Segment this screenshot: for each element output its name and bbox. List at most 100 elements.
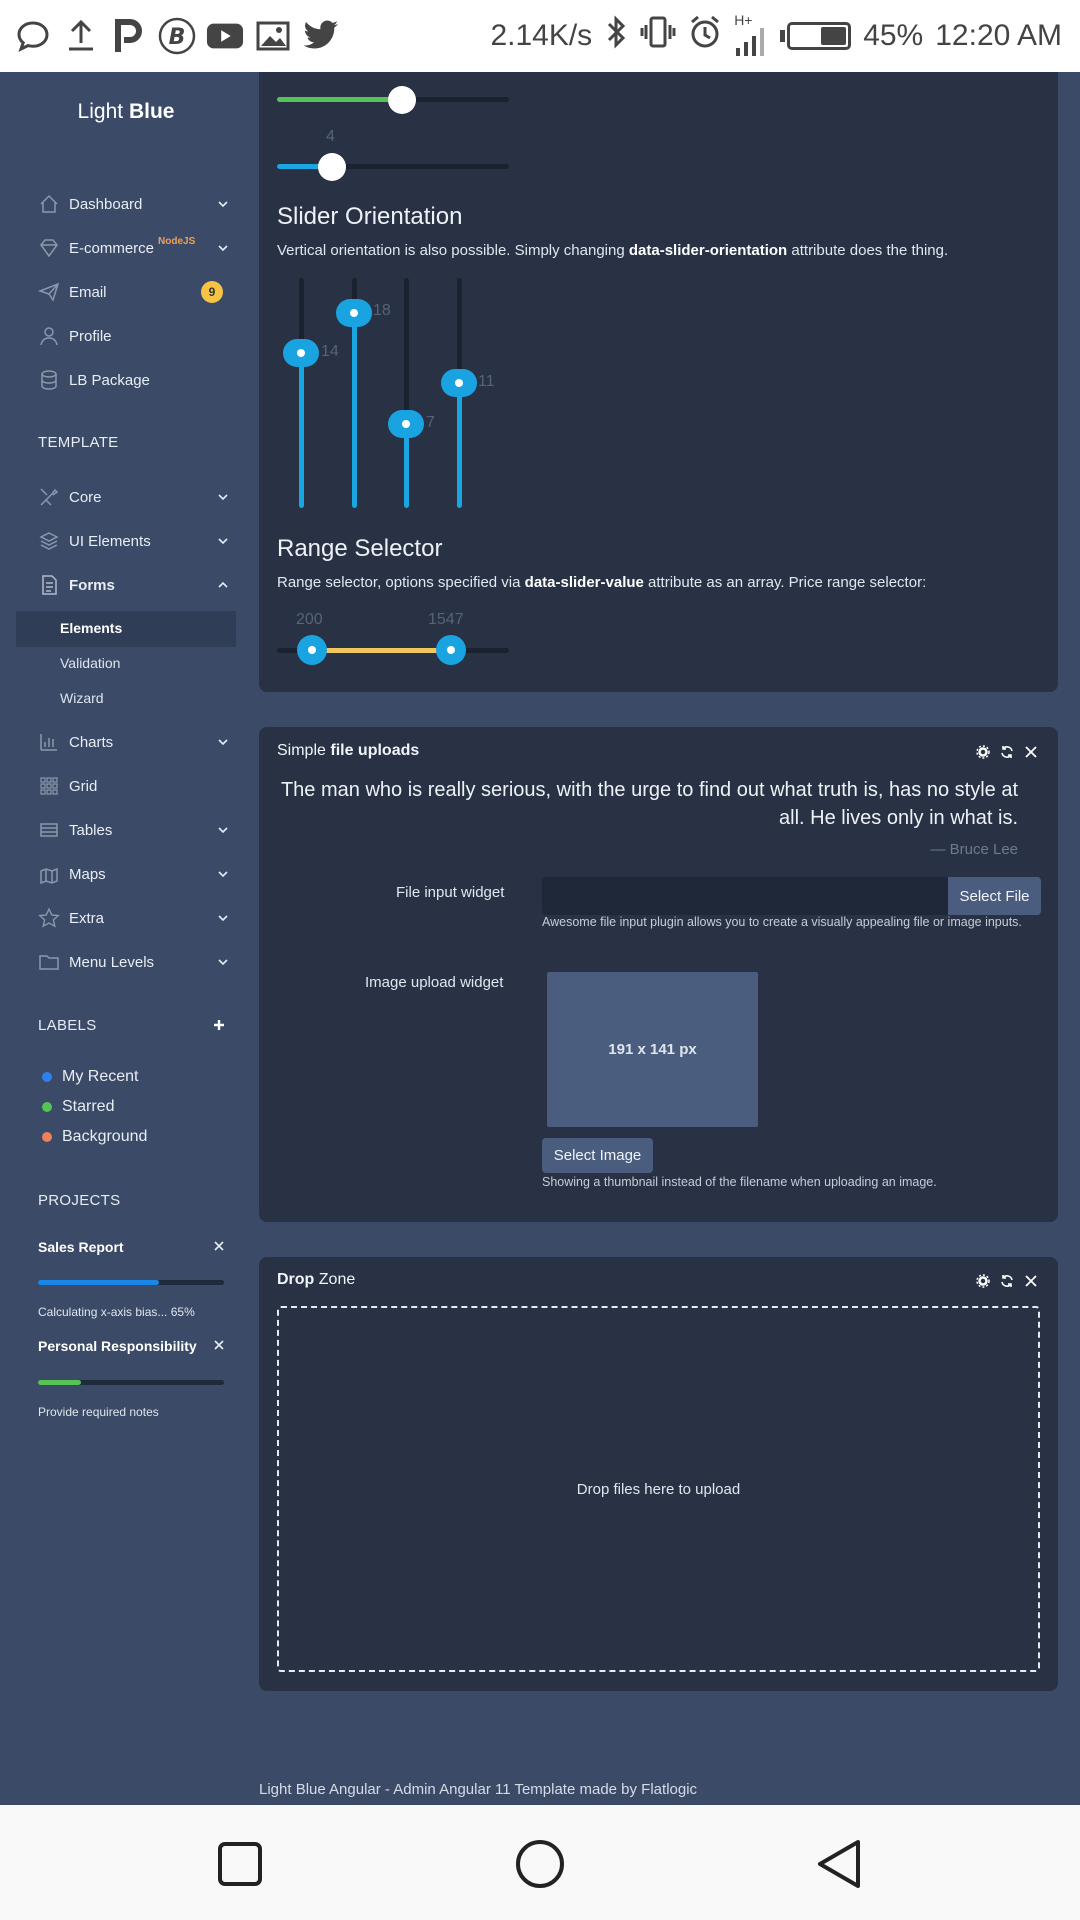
table-icon: [40, 823, 58, 837]
range-high-handle[interactable]: [436, 635, 466, 665]
back-button[interactable]: [814, 1838, 864, 1895]
desc-code: data-slider-value: [524, 574, 644, 591]
app-logo[interactable]: Light Blue: [0, 100, 252, 124]
project-note: Calculating x-axis bias... 65%: [38, 1305, 195, 1319]
file-input-field[interactable]: [542, 877, 948, 915]
label-name: Background: [62, 1128, 148, 1145]
refresh-icon[interactable]: [1000, 1274, 1014, 1288]
close-icon[interactable]: [212, 1239, 226, 1253]
sidebar-item-charts[interactable]: Charts: [38, 724, 228, 760]
project-title: Personal Responsibility: [38, 1338, 197, 1354]
chevron-down-icon: [218, 737, 228, 747]
sub-item-validation[interactable]: Validation: [60, 655, 120, 671]
sidebar-item-menu-levels[interactable]: Menu Levels: [38, 944, 228, 980]
add-label-icon[interactable]: [212, 1018, 226, 1032]
grid-icon: [40, 777, 58, 795]
vertical-slider-handle[interactable]: [336, 299, 372, 327]
email-count-badge: 9: [201, 281, 223, 303]
sidebar-item-profile[interactable]: Profile: [38, 318, 228, 354]
sidebar-item-grid[interactable]: Grid: [38, 768, 228, 804]
sub-item-wizard[interactable]: Wizard: [60, 690, 104, 706]
label-background[interactable]: Background: [42, 1128, 147, 1146]
logo-light: Light: [77, 100, 124, 123]
chevron-down-icon: [218, 869, 228, 879]
vertical-slider-fill: [299, 352, 304, 508]
diamond-icon: [40, 239, 58, 258]
slider-value-tooltip: 18: [373, 302, 391, 319]
slider-value-tooltip: 14: [321, 343, 339, 360]
settings-icon[interactable]: [976, 745, 990, 759]
folder-icon: [39, 955, 59, 970]
label-my-recent[interactable]: My Recent: [42, 1068, 138, 1086]
label-name: My Recent: [62, 1068, 139, 1085]
user-icon: [40, 327, 58, 346]
handle-dot: [308, 646, 316, 654]
close-icon[interactable]: [1024, 745, 1038, 759]
image-upload-label: Image upload widget: [365, 974, 504, 991]
settings-icon[interactable]: [976, 1274, 990, 1288]
sidebar-item-label: Maps: [69, 865, 106, 883]
close-icon[interactable]: [212, 1338, 226, 1352]
panel-title-bold: file uploads: [330, 742, 420, 759]
upload-icon: [62, 17, 100, 55]
sidebar-item-ecommerce[interactable]: E-commerce NodeJS: [38, 230, 228, 266]
sidebar-item-forms[interactable]: Forms: [38, 567, 228, 603]
dropzone-area[interactable]: Drop files here to upload: [277, 1306, 1040, 1672]
sidebar-item-label: Forms: [69, 576, 115, 594]
green-slider-handle[interactable]: [388, 86, 416, 114]
sidebar-item-label: UI Elements: [69, 532, 151, 550]
select-image-button[interactable]: Select Image: [542, 1138, 653, 1173]
vertical-slider-fill: [352, 312, 357, 508]
svg-text:B: B: [169, 25, 186, 50]
panel-title-light: Zone: [314, 1271, 356, 1288]
home-button[interactable]: [515, 1839, 565, 1894]
sidebar-item-label: LB Package: [69, 371, 150, 389]
sidebar: Light Blue Dashboard E-commerce NodeJS E…: [0, 72, 252, 1805]
close-icon[interactable]: [1024, 1274, 1038, 1288]
range-selector-desc: Range selector, options specified via da…: [277, 574, 926, 591]
desc-code: data-slider-orientation: [628, 242, 788, 259]
label-dot: [42, 1132, 52, 1142]
vibrate-icon: [640, 14, 676, 58]
recent-apps-button[interactable]: [217, 1841, 263, 1892]
vertical-slider-fill: [457, 380, 462, 508]
slider-value-tooltip: 4: [326, 128, 335, 145]
handle-dot: [455, 379, 463, 387]
slider-value-tooltip: 7: [426, 414, 435, 431]
vertical-slider-handle[interactable]: [283, 339, 319, 367]
vertical-slider-handle[interactable]: [388, 410, 424, 438]
handle-dot: [297, 349, 305, 357]
sub-item-elements[interactable]: Elements: [60, 620, 122, 636]
blue-slider-handle[interactable]: [318, 153, 346, 181]
signal-icon: H+: [734, 12, 768, 58]
sidebar-item-core[interactable]: Core: [38, 479, 228, 515]
sidebar-item-label: Tables: [69, 821, 113, 839]
sidebar-item-lb-package[interactable]: LB Package: [38, 362, 228, 398]
vertical-slider-handle[interactable]: [441, 369, 477, 397]
chevron-down-icon: [218, 825, 228, 835]
youtube-icon: [206, 17, 244, 55]
sidebar-item-label: Dashboard: [69, 195, 143, 213]
panel-title-light: Simple: [277, 742, 331, 759]
label-name: Starred: [62, 1098, 115, 1115]
label-starred[interactable]: Starred: [42, 1098, 114, 1116]
sidebar-item-extra[interactable]: Extra: [38, 900, 228, 936]
sidebar-item-maps[interactable]: Maps: [38, 856, 228, 892]
paper-plane-icon: [38, 282, 60, 302]
sidebar-item-tables[interactable]: Tables: [38, 812, 228, 848]
page-footer: Light Blue Angular - Admin Angular 11 Te…: [259, 1781, 698, 1798]
blue-slider-track[interactable]: [277, 164, 509, 169]
refresh-icon[interactable]: [1000, 745, 1014, 759]
select-file-button[interactable]: Select File: [948, 877, 1041, 915]
vertical-slider-1[interactable]: [299, 278, 304, 508]
image-thumbnail: 191 x 141 px: [547, 972, 758, 1127]
android-nav-bar: [0, 1805, 1080, 1920]
range-low-handle[interactable]: [297, 635, 327, 665]
sidebar-item-ui-elements[interactable]: UI Elements: [38, 523, 228, 559]
panel-controls: [976, 745, 1038, 759]
twitter-icon: [302, 17, 340, 55]
vertical-slider-3[interactable]: [404, 278, 409, 508]
sidebar-item-dashboard[interactable]: Dashboard: [38, 186, 228, 222]
p-icon: [110, 17, 148, 55]
sidebar-item-email[interactable]: Email 9: [38, 274, 228, 310]
